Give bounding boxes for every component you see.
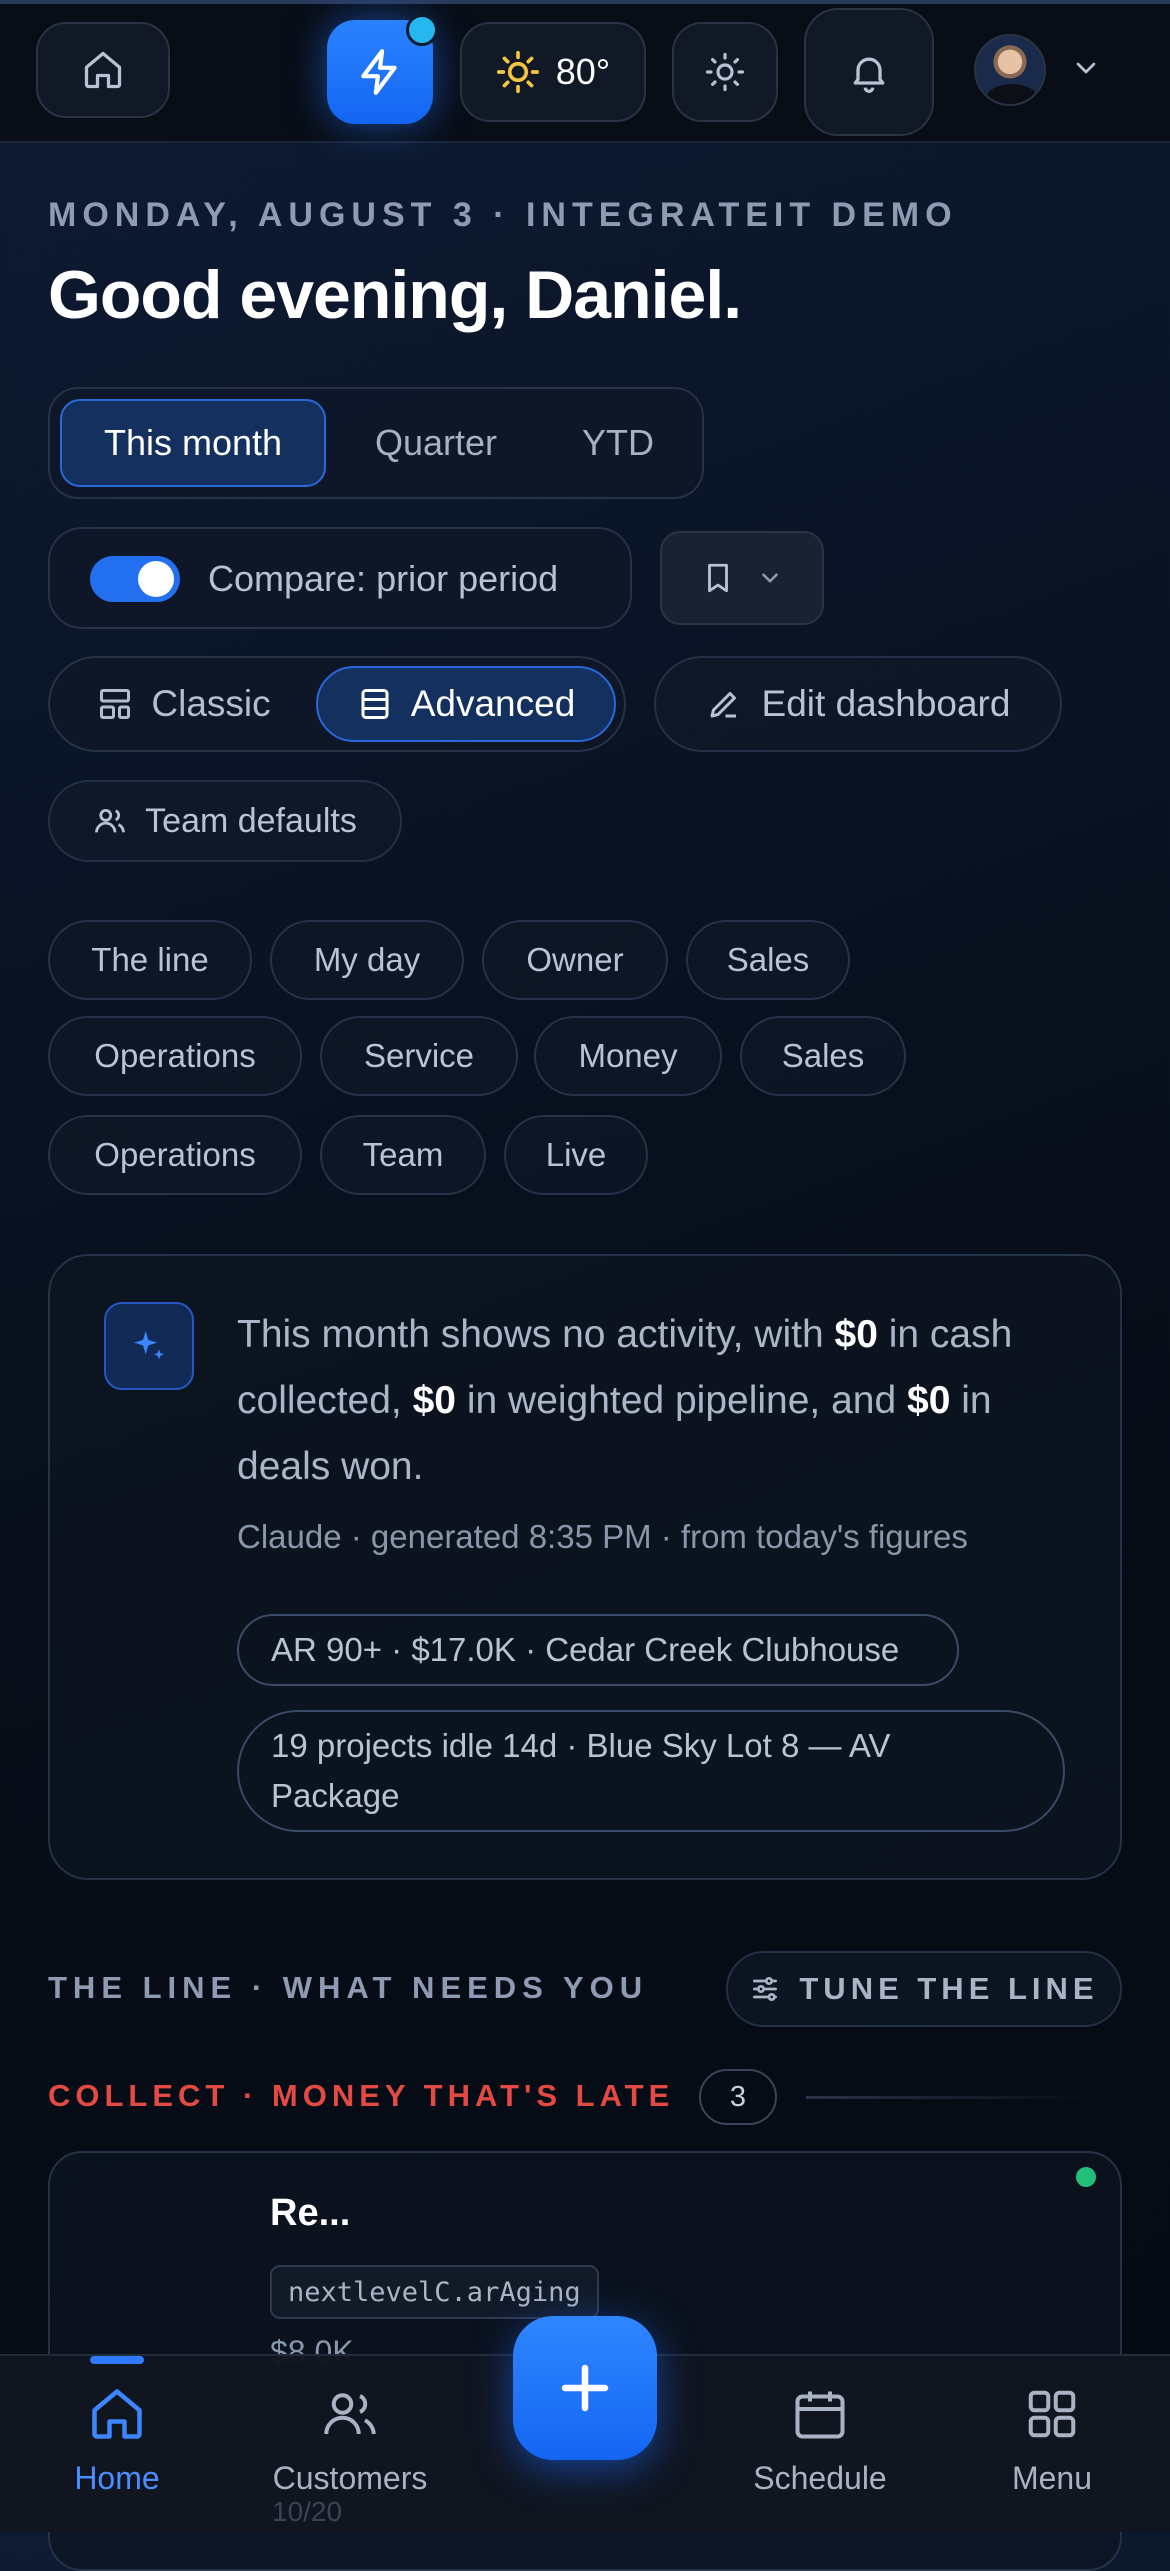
list-layout-icon [361,689,389,719]
avatar-shirt [986,84,1038,104]
compare-switch[interactable] [90,556,180,602]
collect-count-badge: 3 [699,2069,777,2125]
tune-the-line-label: TUNE THE LINE [799,1971,1099,2006]
tab-this-month[interactable]: This month [60,399,326,487]
nav-menu[interactable]: Menu [972,2384,1132,2514]
summary-tag-idle-label: 19 projects idle 14d · Blue Sky Lot 8 — … [271,1727,891,1814]
brightness-icon [705,52,745,92]
advanced-view-label: Advanced [410,683,576,724]
layout-icon [100,689,131,719]
page-title: Good evening, Daniel. [48,257,742,333]
collect-heading: COLLECT · MONEY THAT'S LATE [48,2078,675,2113]
compare-switch-knob [138,561,174,597]
sparkle-icon-box [104,1302,194,1390]
summary-tag-ar[interactable]: AR 90+ · $17.0K · Cedar Creek Clubhouse [237,1614,959,1686]
weather-temp: 80° [555,51,611,92]
chip-sales[interactable]: Sales [686,920,850,1000]
grid-icon [1028,2390,1076,2438]
advanced-view-button[interactable]: Advanced [316,666,616,742]
tab-quarter[interactable]: Quarter [340,399,532,487]
edit-dashboard-button[interactable]: Edit dashboard [654,656,1062,752]
home-button[interactable] [36,22,170,118]
chip-team[interactable]: Team [320,1115,486,1195]
nav-customers[interactable]: Customers [250,2384,450,2514]
edit-dashboard-label: Edit dashboard [761,683,1011,724]
chip-live[interactable]: Live [504,1115,648,1195]
bookmark-icon [708,563,728,593]
date-line: MONDAY, AUGUST 3 · INTEGRATEIT DEMO [48,196,958,234]
summary-pipeline: $0 [412,1379,456,1422]
summary-tag-ar-label: AR 90+ · $17.0K · Cedar Creek Clubhouse [271,1631,900,1668]
account-menu-chevron[interactable] [1070,52,1110,92]
chip-owner[interactable]: Owner [482,920,668,1000]
avatar[interactable] [974,34,1046,106]
sparkle-icon [134,1331,164,1360]
tune-the-line-button[interactable]: TUNE THE LINE [726,1951,1122,2027]
summary-part-1: This month shows no activity, with [237,1313,835,1356]
nav-schedule[interactable]: Schedule [730,2384,910,2514]
summary-part-3: in weighted pipeline, and [456,1379,907,1422]
summary-text: This month shows no activity, with $0 in… [237,1302,1067,1500]
pencil-icon [710,692,736,718]
chip-operations-2[interactable]: Operations [48,1115,302,1195]
collect-count: 3 [729,2080,747,2113]
calendar-icon [795,2391,845,2439]
notification-dot [406,14,438,46]
team-defaults-button[interactable]: Team defaults [48,780,402,862]
tab-ytd-label: YTD [582,422,654,463]
saved-views-dropdown[interactable] [660,531,824,625]
compare-label: Compare: prior period [208,558,559,599]
summary-tag-idle-projects[interactable]: 19 projects idle 14d · Blue Sky Lot 8 — … [237,1710,1065,1832]
notifications-button[interactable] [804,8,934,136]
chip-my-day[interactable]: My day [270,920,464,1000]
classic-view-button[interactable]: Classic [60,666,308,742]
chevron-down-icon [1076,62,1096,74]
tab-this-month-label: This month [103,422,283,463]
chip-the-line[interactable]: The line [48,920,252,1000]
lightning-icon [361,49,397,95]
bell-icon [853,57,885,93]
nav-home-label: Home [74,2460,160,2496]
tab-ytd[interactable]: YTD [548,399,688,487]
plus-icon [561,2364,609,2412]
chevron-down-icon [762,573,778,583]
home-icon [84,51,122,89]
sun-icon [496,50,539,94]
home-icon [92,2389,142,2439]
classic-view-label: Classic [151,683,271,724]
the-line-heading: THE LINE · WHAT NEEDS YOU [48,1970,649,2005]
nav-customers-label: Customers [272,2460,428,2496]
collect-divider [806,2096,1096,2099]
chip-operations[interactable]: Operations [48,1016,302,1096]
collect-item-code-text: nextlevelC.arAging [288,2276,581,2308]
chip-money[interactable]: Money [534,1016,722,1096]
home-active-indicator [90,2356,144,2364]
nav-schedule-label: Schedule [753,2460,887,2496]
nav-menu-label: Menu [1011,2460,1093,2496]
team-defaults-label: Team defaults [145,801,357,840]
collect-item-code: nextlevelC.arAging [270,2265,599,2319]
add-fab-button[interactable] [513,2316,657,2460]
summary-won: $0 [907,1379,951,1422]
summary-meta: Claude · generated 8:35 PM · from today'… [237,1518,968,1555]
chip-service[interactable]: Service [320,1016,518,1096]
users-icon [324,2393,376,2435]
users-icon [95,808,126,833]
nav-home[interactable]: Home [30,2384,204,2514]
status-dot [1076,2167,1096,2187]
collect-item-title: Re... [270,2192,351,2234]
chip-sales-2[interactable]: Sales [740,1016,906,1096]
theme-toggle-button[interactable] [672,22,778,122]
summary-cash: $0 [834,1313,878,1356]
tab-quarter-label: Quarter [374,422,498,463]
sliders-icon [753,1977,778,2001]
weather-widget[interactable]: 80° [460,22,646,122]
